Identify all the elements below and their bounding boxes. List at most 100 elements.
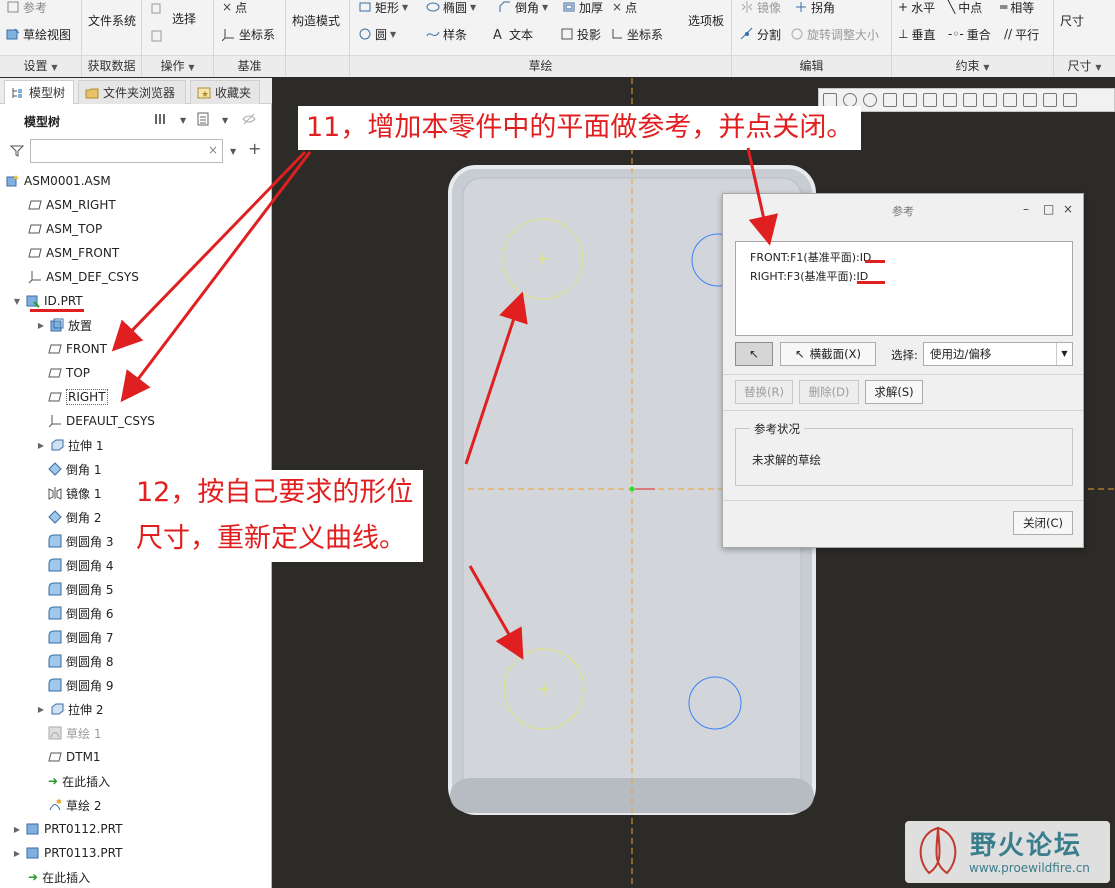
ribbon-thicken-button[interactable]: 加厚: [562, 0, 603, 17]
ribbon-chamfer-button[interactable]: 倒角 ▼: [498, 0, 548, 17]
tree-settings-icon[interactable]: [154, 112, 168, 126]
tree-node-asm0001[interactable]: ASM0001.ASM: [6, 170, 111, 192]
tree-node-placement[interactable]: ▶ 放置: [36, 314, 92, 336]
ribbon-sketch-csys-button[interactable]: 坐标系: [610, 24, 663, 44]
saved-views-icon[interactable]: [943, 93, 957, 107]
ribbon-text-button[interactable]: A 文本: [492, 24, 533, 44]
cross-section-button[interactable]: ↖ 横截面(X): [780, 342, 876, 366]
tab-favorites[interactable]: ★ 收藏夹: [190, 80, 260, 104]
dimension-display-icon[interactable]: [1003, 93, 1017, 107]
tree-node-asm-right[interactable]: ASM_RIGHT: [28, 194, 116, 216]
add-filter-icon[interactable]: +: [248, 139, 261, 158]
tree-filter-visibility-icon[interactable]: [242, 112, 256, 126]
ribbon-horizontal-button[interactable]: + 水平: [898, 0, 935, 17]
ribbon-datum-point-button[interactable]: × 点: [222, 0, 247, 17]
copy-icon[interactable]: [150, 2, 164, 16]
ribbon-corner-button[interactable]: 拐角: [794, 0, 835, 17]
refit-icon[interactable]: [823, 93, 837, 107]
maximize-icon[interactable]: □: [1043, 202, 1054, 216]
ribbon-coincident-button[interactable]: -◦- 重合: [948, 24, 991, 44]
ribbon-equal-button[interactable]: ═ 相等: [1000, 0, 1034, 17]
tree-node-asm-def-csys[interactable]: ASM_DEF_CSYS: [28, 266, 139, 288]
ribbon-group-label-dimension[interactable]: 尺寸 ▼: [1054, 57, 1115, 74]
tree-node-round-3[interactable]: 倒圆角 3: [48, 530, 113, 552]
solve-button[interactable]: 求解(S): [865, 380, 923, 404]
tree-node-right[interactable]: RIGHT: [48, 386, 108, 408]
tree-node-chamfer-1[interactable]: 倒角 1: [48, 458, 101, 480]
repaint-icon[interactable]: [883, 93, 897, 107]
ribbon-construct-mode-button[interactable]: 构造模式: [292, 10, 340, 30]
ribbon-reference-button[interactable]: 参考: [6, 0, 47, 17]
tree-node-insert-here-asm[interactable]: ➜ 在此插入: [28, 866, 90, 888]
tree-node-insert-here[interactable]: ➜ 在此插入: [48, 770, 110, 792]
tree-node-sketch-1[interactable]: 草绘 1: [48, 722, 101, 744]
tree-node-round-8[interactable]: 倒圆角 8: [48, 650, 113, 672]
ribbon-rotate-resize-button[interactable]: 旋转调整大小: [790, 24, 879, 44]
tree-node-mirror-1[interactable]: 镜像 1: [48, 482, 101, 504]
ribbon-mirror-button[interactable]: 镜像: [740, 0, 781, 17]
tree-node-front[interactable]: FRONT: [48, 338, 107, 360]
expand-icon[interactable]: ▶: [12, 825, 22, 834]
tree-node-dtm1[interactable]: DTM1: [48, 746, 101, 768]
tree-node-asm-top[interactable]: ASM_TOP: [28, 218, 102, 240]
ribbon-group-label-setup[interactable]: 设置 ▼: [0, 57, 81, 74]
sketch-view-orient-icon[interactable]: [963, 93, 977, 107]
tree-node-round-7[interactable]: 倒圆角 7: [48, 626, 113, 648]
ribbon-perpendicular-button[interactable]: ⊥ 垂直: [898, 24, 935, 44]
tree-columns-dropdown-icon[interactable]: ▼: [222, 116, 228, 125]
expand-icon[interactable]: ▶: [12, 849, 22, 858]
ribbon-ellipse-button[interactable]: 椭圆 ▼: [426, 0, 476, 17]
ribbon-dimension-button[interactable]: 尺寸: [1060, 10, 1084, 30]
zoom-in-icon[interactable]: [843, 93, 857, 107]
paste-icon[interactable]: [150, 28, 164, 42]
tree-settings-dropdown-icon[interactable]: ▼: [180, 116, 186, 125]
collapse-icon[interactable]: ▼: [12, 297, 22, 306]
datum-display-icon[interactable]: [983, 93, 997, 107]
tree-node-round-9[interactable]: 倒圆角 9: [48, 674, 113, 696]
display-style-icon[interactable]: [923, 93, 937, 107]
expand-icon[interactable]: ▶: [36, 321, 46, 330]
ribbon-group-label-operations[interactable]: 操作 ▼: [142, 57, 213, 74]
tab-model-tree[interactable]: 模型树: [4, 80, 74, 104]
ribbon-sketch-view-button[interactable]: 草绘视图: [6, 24, 71, 44]
tree-node-asm-front[interactable]: ASM_FRONT: [28, 242, 119, 264]
tree-node-round-6[interactable]: 倒圆角 6: [48, 602, 113, 624]
ribbon-rectangle-button[interactable]: 矩形 ▼: [358, 0, 408, 17]
tree-node-extrude-2[interactable]: ▶ 拉伸 2: [36, 698, 104, 720]
orient-icon[interactable]: [903, 93, 917, 107]
tree-node-extrude-1[interactable]: ▶ 拉伸 1: [36, 434, 104, 456]
tree-node-default-csys[interactable]: DEFAULT_CSYS: [48, 410, 155, 432]
tree-search-input[interactable]: [30, 139, 223, 163]
tree-node-top[interactable]: TOP: [48, 362, 90, 384]
select-reference-button[interactable]: ↖: [735, 342, 773, 366]
tree-node-round-4[interactable]: 倒圆角 4: [48, 554, 113, 576]
filter-dropdown-icon[interactable]: ▼: [230, 147, 236, 156]
ribbon-group-label-constrain[interactable]: 约束 ▼: [892, 57, 1053, 74]
ribbon-sketch-point-button[interactable]: × 点: [612, 0, 637, 17]
ribbon-midpoint-button[interactable]: ╲ 中点: [948, 0, 982, 17]
replace-button[interactable]: 替换(R): [735, 380, 793, 404]
ribbon-palette-button[interactable]: 选项板: [688, 10, 724, 30]
ribbon-divide-button[interactable]: 分割: [740, 24, 781, 44]
tree-node-prt0113[interactable]: ▶ PRT0113.PRT: [12, 842, 123, 864]
ribbon-parallel-button[interactable]: // 平行: [1004, 24, 1039, 44]
tree-node-sketch-2[interactable]: ✱ 草绘 2: [48, 794, 101, 816]
grid-display-icon[interactable]: [1043, 93, 1057, 107]
delete-button[interactable]: 删除(D): [799, 380, 859, 404]
expand-icon[interactable]: ▶: [36, 705, 46, 714]
ribbon-select-button[interactable]: 选择: [172, 8, 196, 28]
select-filter-dropdown[interactable]: 使用边/偏移 ▼: [923, 342, 1073, 366]
expand-icon[interactable]: ▶: [36, 441, 46, 450]
vertex-display-icon[interactable]: [1063, 93, 1077, 107]
ribbon-project-button[interactable]: 投影: [560, 24, 601, 44]
close-icon[interactable]: ×: [1063, 202, 1073, 216]
tree-columns-icon[interactable]: [196, 112, 210, 126]
reference-item-front[interactable]: FRONT:F1(基准平面):ID: [750, 248, 1058, 267]
ribbon-spline-button[interactable]: 样条: [426, 24, 467, 44]
ribbon-file-system-button[interactable]: 文件系统: [88, 10, 136, 30]
tree-node-chamfer-2[interactable]: 倒角 2: [48, 506, 101, 528]
minimize-icon[interactable]: –: [1023, 202, 1029, 216]
clear-filter-icon[interactable]: ×: [208, 143, 218, 157]
constraint-display-icon[interactable]: [1023, 93, 1037, 107]
tree-node-prt0112[interactable]: ▶ PRT0112.PRT: [12, 818, 123, 840]
